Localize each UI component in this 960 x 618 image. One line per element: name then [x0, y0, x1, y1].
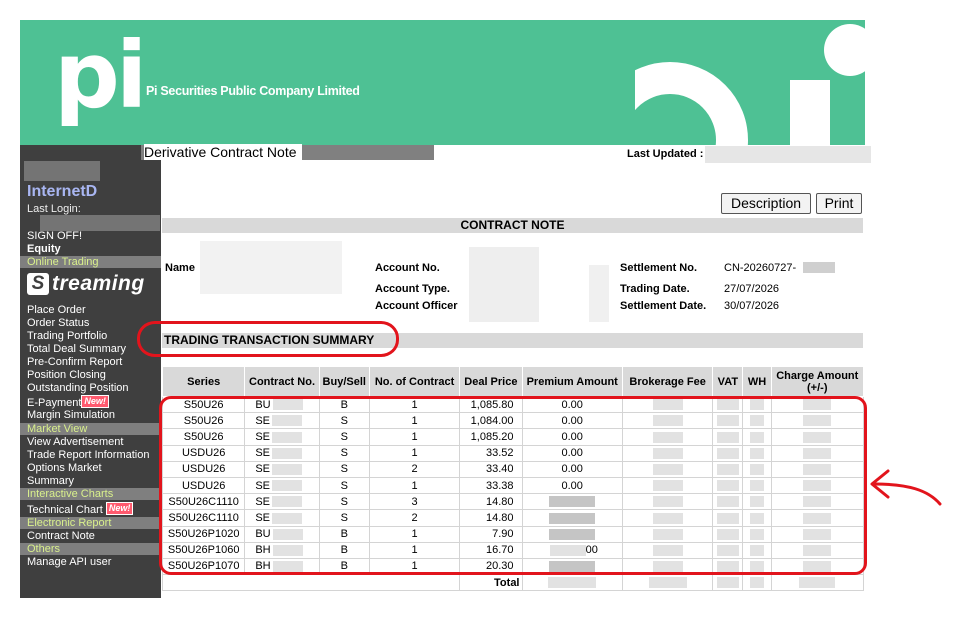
col-no-of-contract: No. of Contract [368, 366, 461, 397]
name-label: Name [165, 262, 195, 274]
section-online-trading: Online Trading [20, 256, 161, 268]
settlement-date-label: Settlement Date. [620, 300, 707, 312]
sidebar-item-outstanding-position[interactable]: Outstanding Position [27, 382, 129, 395]
name-redacted [200, 241, 342, 294]
last-updated-label: Last Updated : [627, 148, 704, 160]
section-others: Others [20, 543, 161, 555]
contract-note-title: CONTRACT NOTE [460, 218, 565, 232]
contract-note-heading: CONTRACT NOTE [162, 218, 863, 233]
sidebar-item-total-deal-summary[interactable]: Total Deal Summary [27, 343, 126, 356]
sidebar-item-label: Technical Chart [27, 504, 103, 516]
sidebar: InternetD Last Login: SIGN OFF! Equity O… [20, 145, 161, 598]
print-button[interactable]: Print [816, 193, 862, 214]
account-type-label: Account Type. [375, 283, 450, 295]
col-vat: VAT [712, 366, 744, 397]
col-brokerage-fee: Brokerage Fee [621, 366, 714, 397]
col-series: Series [161, 366, 246, 397]
sidebar-item-view-advertisement[interactable]: View Advertisement [27, 436, 123, 449]
sidebar-item-options-market[interactable]: Options Market [27, 462, 102, 475]
sidebar-item-summary[interactable]: Summary [27, 475, 74, 488]
page-title: Derivative Contract Note [144, 144, 302, 160]
sidebar-title: InternetD [27, 183, 98, 200]
section-interactive-charts: Interactive Charts [20, 488, 161, 500]
account-redacted-2 [589, 265, 609, 322]
sidebar-item-trading-portfolio[interactable]: Trading Portfolio [27, 330, 107, 343]
account-redacted [469, 247, 539, 322]
account-no-label: Account No. [375, 262, 440, 274]
settlement-date-value: 30/07/2026 [724, 300, 780, 312]
sidebar-item-contract-note[interactable]: Contract Note [27, 530, 95, 543]
streaming-text: treaming [52, 272, 145, 295]
account-officer-label: Account Officer [375, 300, 458, 312]
header-decoration [635, 24, 865, 145]
section-market-view: Market View [20, 423, 161, 435]
settlement-no-value: CN-20260727- [724, 262, 797, 274]
col-wh: WH [742, 366, 772, 397]
company-name: Pi Securities Public Company Limited [146, 84, 360, 98]
col-charge-amount: Charge Amount (+/-) [770, 366, 865, 397]
new-badge: New! [81, 395, 109, 408]
page-title-bar: Derivative Contract Note [141, 144, 434, 160]
settlement-no-label: Settlement No. [620, 262, 698, 274]
sidebar-item-order-status[interactable]: Order Status [27, 317, 89, 330]
table-header-row: Series Contract No. Buy/Sell No. of Cont… [161, 366, 865, 397]
sidebar-item-label: E-Payment [27, 397, 82, 409]
col-buy-sell: Buy/Sell [318, 366, 370, 397]
page-header: pi Pi Securities Public Company Limited [20, 20, 865, 145]
section-electronic-report: Electronic Report [20, 517, 161, 529]
annotation-arrow [870, 469, 942, 506]
sidebar-item-technical-chart[interactable]: Technical Chart New! [27, 502, 134, 517]
annotation-oval [137, 321, 399, 357]
description-button[interactable]: Description [721, 193, 811, 214]
streaming-logo[interactable]: S treaming [27, 272, 145, 296]
new-badge: New! [105, 502, 134, 515]
sidebar-item-e-payment[interactable]: E-Payment New! [27, 395, 109, 410]
sidebar-item-trade-report-information[interactable]: Trade Report Information [27, 449, 149, 462]
sidebar-item-manage-api-user[interactable]: Manage API user [27, 556, 111, 569]
user-id-redacted [24, 161, 100, 181]
sidebar-item-place-order[interactable]: Place Order [27, 304, 86, 317]
equity-link[interactable]: Equity [27, 243, 61, 256]
trading-date-label: Trading Date. [620, 283, 690, 295]
settlement-no-redacted [803, 262, 835, 273]
last-login-redacted [40, 215, 160, 231]
sidebar-item-margin-simulation[interactable]: Margin Simulation [27, 409, 115, 422]
col-deal-price: Deal Price [459, 366, 523, 397]
sign-off-link[interactable]: SIGN OFF! [27, 230, 82, 243]
sidebar-item-pre-confirm-report[interactable]: Pre-Confirm Report [27, 356, 122, 369]
annotation-rectangle [159, 396, 867, 575]
streaming-s-icon: S [27, 273, 49, 295]
total-label: Total [459, 574, 523, 592]
col-contract-no: Contract No. [244, 366, 320, 397]
last-login-label: Last Login: [27, 203, 81, 215]
col-premium-amount: Premium Amount [521, 366, 623, 397]
pi-logo: pi [54, 22, 147, 129]
last-updated-redacted [705, 146, 871, 163]
sidebar-item-position-closing[interactable]: Position Closing [27, 369, 106, 382]
trading-date-value: 27/07/2026 [724, 283, 780, 295]
total-row: Total [161, 574, 865, 592]
